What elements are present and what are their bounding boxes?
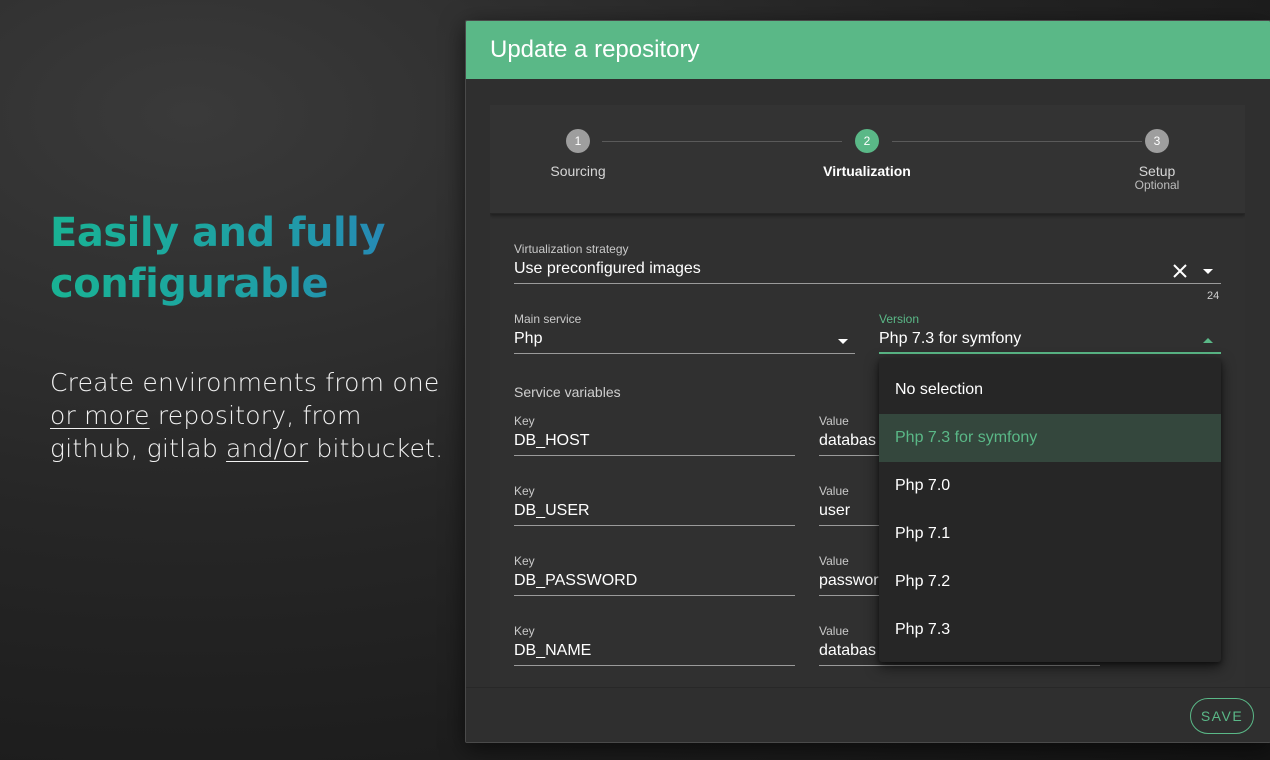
field-label: Key [514,624,535,638]
field-underline [514,525,795,526]
field-value: Php 7.3 for symfony [879,330,1022,347]
field-value: Php [514,330,543,347]
desc-text-1: Create environments from one [50,368,440,397]
field-label: Virtualization strategy [514,242,629,256]
field-underline [819,665,1100,666]
step-number-badge: 3 [1145,129,1169,153]
dropdown-option[interactable]: Php 7.0 [879,462,1221,510]
field-underline [514,283,1221,284]
dropdown-arrow-up-icon[interactable] [1203,338,1213,343]
field-label: Key [514,554,535,568]
step-label: Setup [1138,163,1176,179]
variable-key-field[interactable]: Key DB_NAME [514,624,795,666]
field-underline [514,455,795,456]
desc-text-3: bitbucket. [308,434,444,463]
promo-panel: Easily and fully configurable Create env… [50,208,450,465]
field-value: DB_NAME [514,642,592,659]
dialog-footer: SAVE [466,687,1270,742]
promo-description: Create environments from one or more rep… [50,366,450,465]
field-value: DB_PASSWORD [514,572,638,589]
step-setup[interactable]: 3 Setup Optional [1097,129,1217,191]
headline: Easily and fully configurable [50,208,450,310]
dropdown-option[interactable]: Php 7.1 [879,510,1221,558]
step-number-badge: 2 [855,129,879,153]
main-service-select[interactable]: Main service Php [514,312,855,354]
step-sourcing[interactable]: 1 Sourcing [518,129,638,179]
step-connector [602,141,842,142]
service-variables-label: Service variables [514,384,621,400]
headline-line-1: Easily and fully [50,210,385,256]
field-label: Key [514,414,535,428]
step-sublabel: Optional [1134,178,1180,192]
desc-underlined-1: or more [50,401,150,430]
field-underline [514,353,855,354]
version-dropdown-panel: No selection Php 7.3 for symfony Php 7.0… [879,358,1221,662]
clear-icon[interactable] [1173,264,1187,278]
field-underline [514,595,795,596]
step-label: Sourcing [550,163,606,179]
field-value: DB_USER [514,502,590,519]
dropdown-arrow-icon[interactable] [1203,269,1213,274]
dropdown-option[interactable]: Php 7.2 [879,558,1221,606]
save-button[interactable]: SAVE [1190,698,1254,734]
variable-key-field[interactable]: Key DB_HOST [514,414,795,456]
headline-line-2: configurable [50,261,329,307]
dropdown-option-selected[interactable]: Php 7.3 for symfony [879,414,1221,462]
step-virtualization[interactable]: 2 Virtualization [807,129,927,179]
desc-underlined-2: and/or [226,434,309,463]
variable-key-field[interactable]: Key DB_PASSWORD [514,554,795,596]
field-underline [879,352,1221,354]
dialog-header: Update a repository [466,21,1270,79]
char-counter: 24 [1207,290,1220,302]
strategy-select[interactable]: Virtualization strategy Use preconfigure… [514,242,1221,284]
variable-key-field[interactable]: Key DB_USER [514,484,795,526]
dropdown-arrow-icon[interactable] [838,339,848,344]
dropdown-option[interactable]: Php 7.3 [879,606,1221,654]
field-label: Version [879,312,920,326]
field-label: Main service [514,312,582,326]
step-label: Virtualization [823,163,911,179]
stepper: 1 Sourcing 2 Virtualization 3 Setup Opti… [490,105,1245,214]
dialog-title: Update a repository [490,36,700,63]
dropdown-option[interactable]: No selection [879,366,1221,414]
field-underline [514,665,795,666]
version-select[interactable]: Version Php 7.3 for symfony [879,312,1221,354]
field-label: Key [514,484,535,498]
field-value: DB_HOST [514,432,590,449]
step-number-badge: 1 [566,129,590,153]
field-value: Use preconfigured images [514,260,701,277]
